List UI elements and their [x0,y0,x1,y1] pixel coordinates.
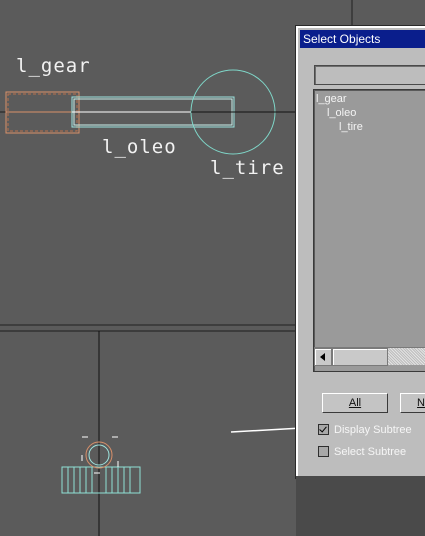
tire-wireframe[interactable] [190,69,300,155]
tree-item-tire[interactable]: l_tire [339,121,363,133]
select-subtree-label: Select Subtree [334,446,407,458]
gear-wireframe[interactable] [5,91,80,134]
select-subtree-option[interactable]: Select Subtree [318,445,407,460]
oleo-label: l_oleo [102,136,177,158]
all-button[interactable]: All [322,393,388,413]
horizontal-scrollbar[interactable] [314,347,425,366]
none-button[interactable]: N [400,393,425,413]
filter-input[interactable] [314,65,425,85]
display-subtree-option[interactable]: Display Subtree [318,423,412,438]
display-subtree-label: Display Subtree [334,424,412,436]
display-subtree-checkbox[interactable] [318,423,329,435]
tree-item-oleo[interactable]: l_oleo [327,107,356,119]
tree-item-gear[interactable]: l_gear [316,93,347,105]
dialog-shadow-area [296,476,425,536]
select-objects-dialog: Select Objects l_gear l_oleo l_tire All … [296,26,425,478]
select-subtree-checkbox[interactable] [318,445,329,457]
scroll-left-arrow-icon[interactable] [314,348,332,366]
scroll-track[interactable] [388,348,425,365]
scroll-thumb[interactable] [332,348,388,366]
front-view-wireframe[interactable] [61,436,141,494]
object-list[interactable]: l_gear l_oleo l_tire [313,89,425,372]
gear-label: l_gear [16,55,91,77]
dialog-title[interactable]: Select Objects [300,30,425,48]
tire-label: l_tire [210,157,285,179]
